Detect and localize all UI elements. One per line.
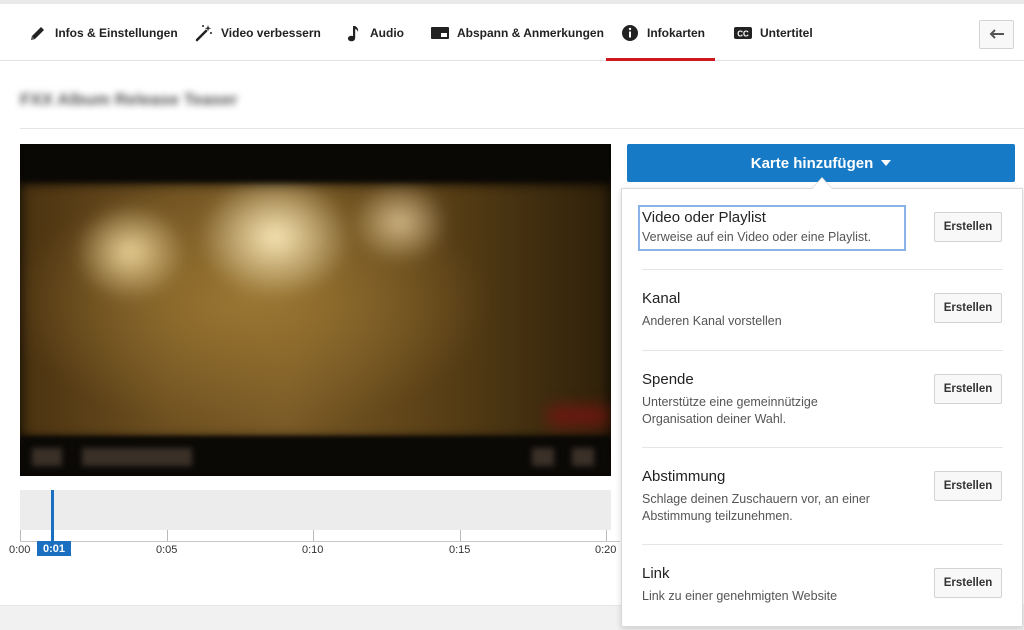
tab-info-cards[interactable]: Infokarten [605,4,716,61]
pencil-icon [28,23,48,43]
tab-audio[interactable]: Audio [343,4,404,61]
timeline-tick-label: 0:10 [302,544,324,556]
tick-mark [606,530,607,541]
create-link-button[interactable]: Erstellen [934,568,1002,598]
timeline-tick-label: 0:20 [595,544,617,556]
add-card-button[interactable]: Karte hinzufügen [627,144,1015,182]
video-title: FXX Album Release Teaser [20,90,238,109]
timeline-tick-label: 0:15 [449,544,471,556]
card-option-title: Abstimmung [642,468,726,485]
tick-mark [20,530,21,541]
video-highlight [548,406,608,426]
divider [642,447,1003,448]
video-frame [20,182,611,440]
create-poll-button[interactable]: Erstellen [934,471,1002,501]
tab-label: Audio [370,25,404,40]
card-option-poll[interactable]: Abstimmung Schlage deinen Zuschauern vor… [642,468,892,525]
volume-time-controls[interactable] [82,448,192,466]
end-screen-icon [430,23,450,43]
playhead[interactable] [51,490,54,542]
timeline-track[interactable] [20,490,611,530]
card-option-title: Spende [642,371,694,388]
card-type-menu: Video oder Playlist Verweise auf ein Vid… [621,188,1023,627]
svg-text:CC: CC [737,29,749,38]
card-option-desc: Verweise auf ein Video oder eine Playlis… [642,230,872,244]
timeline-tick-label: 0:00 [9,544,31,556]
tab-enhance-video[interactable]: Video verbessern [194,4,321,61]
tab-label: Video verbessern [221,25,321,40]
tab-end-screen-annotations[interactable]: Abspann & Anmerkungen [430,4,604,61]
divider [642,350,1003,351]
card-option-desc: Schlage deinen Zuschauern vor, an einer … [642,492,870,523]
magic-wand-icon [194,23,214,43]
tab-info-settings[interactable]: Infos & Einstellungen [28,4,178,61]
tab-label: Infokarten [647,25,706,40]
cc-icon: CC [733,23,753,43]
player-top-bar [20,144,611,182]
playhead-time: 0:01 [37,541,71,556]
tick-mark [313,530,314,541]
tab-label: Abspann & Anmerkungen [457,25,604,40]
info-icon [620,23,640,43]
create-donation-button[interactable]: Erstellen [934,374,1002,404]
card-option-title: Video oder Playlist [642,209,766,226]
create-channel-button[interactable]: Erstellen [934,293,1002,323]
menu-pointer [812,178,832,189]
timeline-axis [20,541,620,542]
card-option-donation[interactable]: Spende Unterstütze eine gemeinnützige Or… [642,371,872,428]
tab-subtitles[interactable]: CC Untertitel [733,4,813,61]
back-arrow-icon [989,26,1005,44]
music-note-icon [343,23,363,43]
card-option-video-playlist[interactable]: Video oder Playlist Verweise auf ein Vid… [638,205,906,251]
create-video-playlist-button[interactable]: Erstellen [934,212,1002,242]
divider [642,544,1003,545]
video-player[interactable] [20,144,611,476]
editor-tab-bar: Infos & Einstellungen Video verbessern A… [0,4,1024,61]
timeline-tick-label: 0:05 [156,544,178,556]
caret-down-icon [881,160,892,166]
fullscreen-button[interactable] [572,448,594,466]
tick-mark [167,530,168,541]
tab-label: Infos & Einstellungen [55,25,178,40]
card-option-desc: Unterstütze eine gemeinnützige Organisat… [642,395,818,426]
divider [642,269,1003,270]
add-card-label: Karte hinzufügen [750,154,874,172]
tick-mark [460,530,461,541]
play-button[interactable] [32,448,62,466]
divider [20,128,1024,129]
tab-label: Untertitel [760,25,813,40]
settings-button[interactable] [532,448,554,466]
back-button[interactable] [979,20,1014,49]
